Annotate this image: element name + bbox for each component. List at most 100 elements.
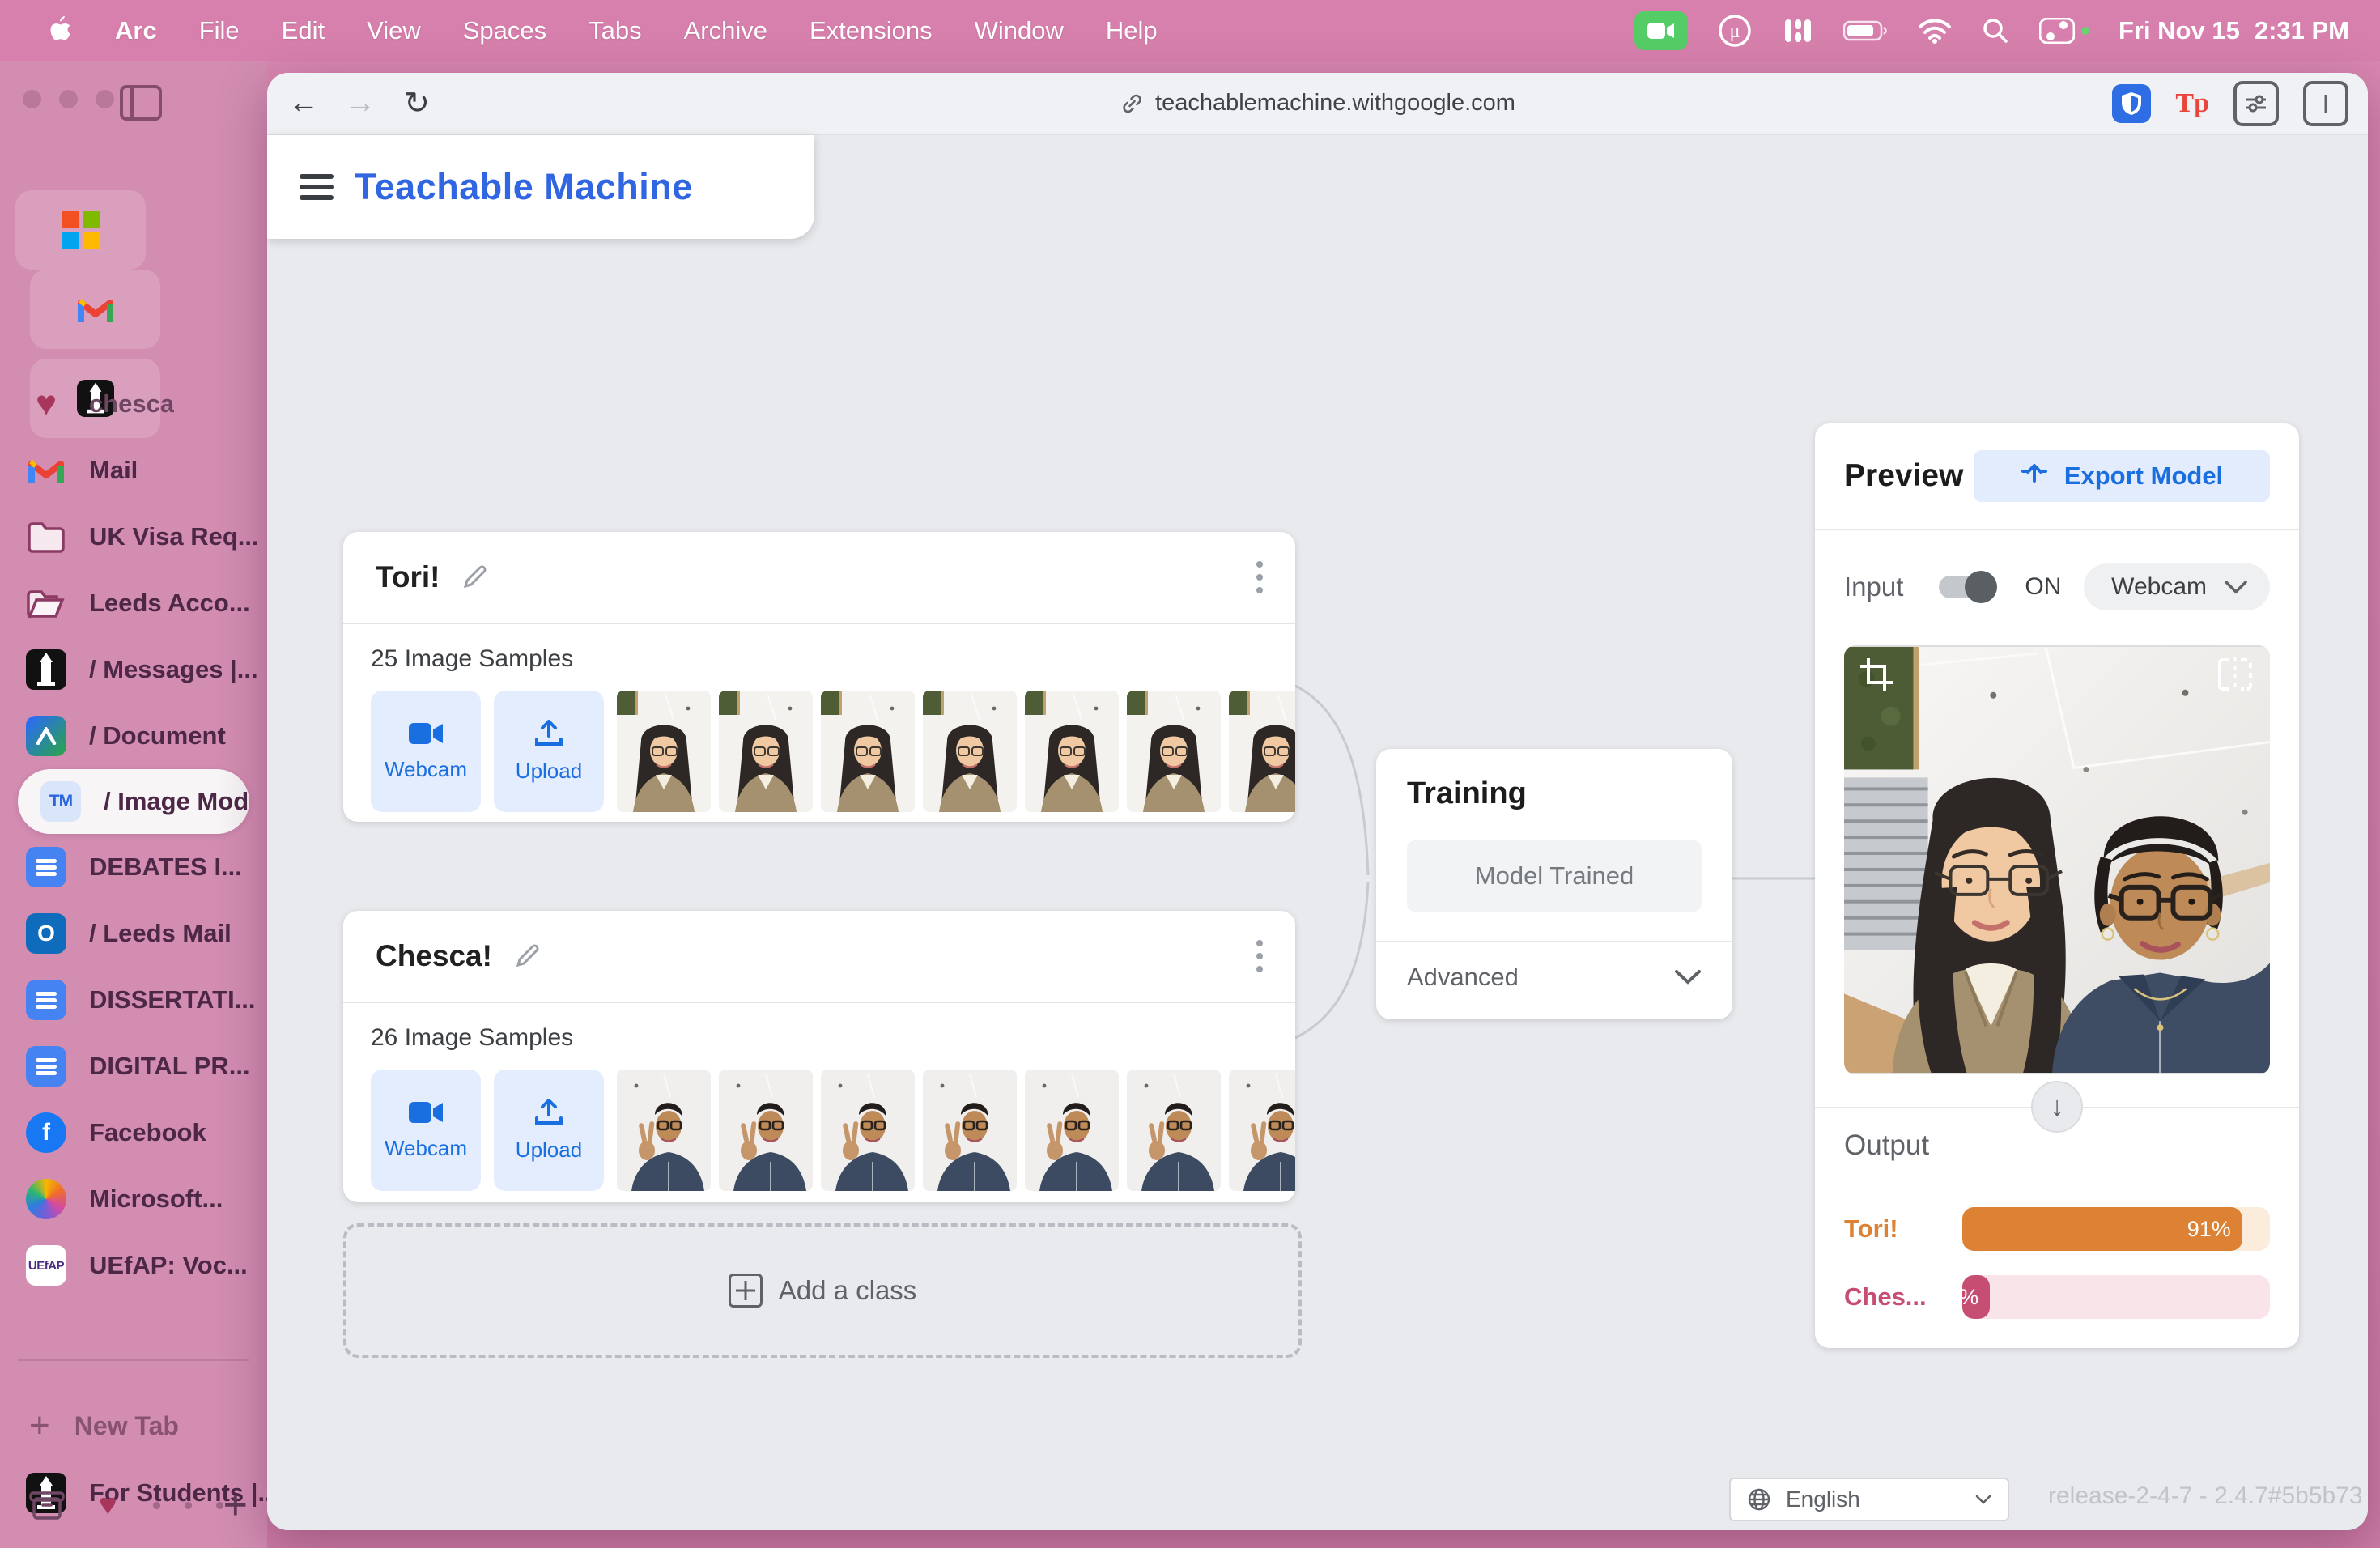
sidebar-item-leeds-mail[interactable]: O / Leeds Mail — [0, 900, 267, 967]
microsoft-logo-icon — [62, 211, 100, 249]
spotlight-search-icon[interactable] — [1981, 16, 2010, 45]
sidebar-item-mail[interactable]: Mail — [0, 437, 267, 504]
mu-app-icon[interactable]: μ — [1717, 13, 1753, 49]
advanced-toggle[interactable]: Advanced — [1376, 942, 1732, 1012]
input-source-select[interactable]: Webcam — [2084, 563, 2270, 610]
upload-icon — [533, 1099, 564, 1126]
upload-button[interactable]: Upload — [494, 1070, 604, 1191]
screen-recording-icon[interactable] — [1634, 11, 1688, 50]
menu-item-arc[interactable]: Arc — [94, 16, 178, 45]
uefap-icon: UEfAP — [24, 1244, 68, 1287]
teachable-machine-page: Teachable Machine Tori! 25 Image Samples — [267, 135, 2368, 1530]
new-tab-button[interactable]: + New Tab — [0, 1393, 296, 1458]
confidence-bar: 91% — [1962, 1207, 2270, 1251]
site-header: Teachable Machine — [267, 135, 814, 239]
language-select[interactable]: English — [1729, 1478, 2009, 1521]
scroll-down-button[interactable]: ↓ — [2031, 1081, 2083, 1133]
sidebar-divider — [18, 1359, 249, 1361]
crop-icon[interactable] — [1859, 657, 1904, 702]
menu-item-extensions[interactable]: Extensions — [788, 16, 954, 45]
add-space-icon[interactable]: + — [223, 1481, 248, 1529]
webcam-preview — [1844, 645, 2270, 1074]
sidebar-item-document[interactable]: / Document — [0, 703, 267, 769]
menu-item-file[interactable]: File — [178, 16, 261, 45]
class-name: Tori! — [376, 560, 440, 594]
export-model-button[interactable]: Export Model — [1974, 450, 2270, 502]
extensions-sliders-icon[interactable] — [2233, 81, 2279, 126]
menu-item-window[interactable]: Window — [954, 16, 1085, 45]
sidebar-item-digital[interactable]: DIGITAL PR... — [0, 1033, 267, 1099]
stage-manager-icon[interactable] — [1782, 15, 1814, 47]
sidebar-item-uefap[interactable]: UEfAP UEfAP: Voc... — [0, 1232, 267, 1299]
macos-menu-bar: Arc File Edit View Spaces Tabs Archive E… — [0, 0, 2380, 61]
input-toggle[interactable] — [1939, 576, 1992, 598]
forward-button[interactable]: → — [332, 86, 389, 121]
pinned-tab-gmail[interactable] — [30, 270, 160, 349]
sample-thumbnails[interactable] — [617, 691, 1295, 812]
webcam-button[interactable]: Webcam — [371, 1070, 481, 1191]
browser-toolbar: ← → ↻ teachablemachine.withgoogle.com Tp — [267, 73, 2368, 135]
flip-horizontal-icon[interactable] — [2216, 657, 2262, 702]
menu-item-edit[interactable]: Edit — [261, 16, 346, 45]
upload-button[interactable]: Upload — [494, 691, 604, 812]
sample-count-label: 26 Image Samples — [371, 1024, 1295, 1052]
reload-button[interactable]: ↻ — [389, 85, 445, 121]
space-dots[interactable] — [153, 1502, 223, 1509]
sample-count-label: 25 Image Samples — [371, 645, 1295, 673]
sample-thumbnail — [1229, 1070, 1295, 1191]
edit-pencil-icon[interactable] — [513, 942, 541, 970]
model-trained-button[interactable]: Model Trained — [1407, 840, 1702, 912]
copilot-icon — [24, 1177, 68, 1221]
sidebar-item-messages[interactable]: / Messages |... — [0, 636, 267, 703]
control-center-icon[interactable] — [2039, 18, 2089, 44]
library-icon[interactable] — [29, 1489, 65, 1521]
edit-pencil-icon[interactable] — [461, 563, 488, 591]
bitwarden-extension-icon[interactable] — [2112, 84, 2151, 123]
menu-bar-clock[interactable]: Fri Nov 152:31 PM — [2119, 16, 2349, 45]
window-traffic-lights[interactable] — [23, 90, 114, 108]
add-class-button[interactable]: Add a class — [343, 1223, 1302, 1358]
back-button[interactable]: ← — [275, 86, 332, 121]
video-camera-icon — [409, 721, 443, 746]
sidebar-item-facebook[interactable]: f Facebook — [0, 1099, 267, 1166]
webcam-button[interactable]: Webcam — [371, 691, 481, 812]
class-card-chesca: Chesca! 26 Image Samples Webcam — [343, 911, 1295, 1202]
sidebar-item-microsoft-copilot[interactable]: Microsoft... — [0, 1166, 267, 1232]
sidebar-toggle-icon[interactable] — [120, 85, 162, 121]
site-logo[interactable]: Teachable Machine — [355, 166, 693, 208]
split-view-icon[interactable] — [2303, 81, 2348, 126]
output-class-label: Ches... — [1844, 1282, 1962, 1312]
sample-thumbnail — [719, 691, 813, 812]
chevron-down-icon — [2225, 580, 2247, 594]
export-icon — [2021, 463, 2048, 489]
google-docs-icon — [24, 845, 68, 889]
space-heart-icon[interactable]: ♥ — [99, 1488, 117, 1523]
sidebar-item-dissertation[interactable]: DISSERTATI... — [0, 967, 267, 1033]
hamburger-menu-icon[interactable] — [300, 168, 334, 206]
svg-text:μ: μ — [1730, 21, 1740, 42]
sidebar-item-debates[interactable]: DEBATES I... — [0, 834, 267, 900]
menu-item-tabs[interactable]: Tabs — [567, 16, 662, 45]
menu-item-view[interactable]: View — [346, 16, 442, 45]
add-class-plus-icon — [729, 1274, 763, 1308]
sidebar-item-image-model-active[interactable]: TM / Image Mod... — [18, 769, 249, 834]
sidebar-item-leeds-acco[interactable]: Leeds Acco... — [0, 570, 267, 636]
sample-thumbnail — [617, 691, 711, 812]
menu-item-spaces[interactable]: Spaces — [442, 16, 567, 45]
address-bar[interactable]: teachablemachine.withgoogle.com — [1120, 73, 1515, 134]
class-menu-icon[interactable] — [1256, 561, 1263, 593]
video-camera-icon — [409, 1100, 443, 1125]
gmail-icon — [76, 290, 115, 329]
menu-item-help[interactable]: Help — [1085, 16, 1179, 45]
chevron-down-icon — [1674, 969, 1702, 985]
toucan-extension-icon[interactable]: Tp — [2175, 88, 2209, 119]
wifi-icon[interactable] — [1918, 18, 1952, 44]
class-menu-icon[interactable] — [1256, 940, 1263, 972]
menu-item-archive[interactable]: Archive — [663, 16, 788, 45]
apple-menu-icon[interactable] — [28, 16, 94, 45]
sample-thumbnails[interactable] — [617, 1070, 1295, 1191]
sidebar-item-chesca[interactable]: ♥ chesca — [0, 371, 267, 437]
sidebar-item-uk-visa[interactable]: UK Visa Req... — [0, 504, 267, 570]
folder-open-icon — [24, 581, 68, 625]
pinned-tab-microsoft[interactable] — [15, 190, 146, 270]
